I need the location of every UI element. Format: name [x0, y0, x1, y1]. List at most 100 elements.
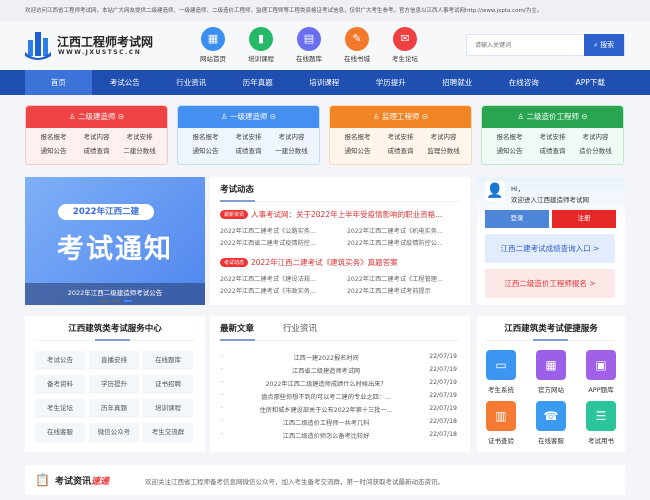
service-link[interactable]: 考试公告: [35, 351, 85, 370]
search-button[interactable]: ⌕ 搜索: [584, 34, 624, 56]
calendar-icon: ▦: [201, 27, 225, 51]
exam-card-link[interactable]: 通知公告: [488, 145, 531, 155]
article-row[interactable]: · 住房和城乡建设部关于公布2022年第十三批一... 22/07/19: [221, 405, 457, 414]
news-link[interactable]: 2022年江西省二建考试疫情防控...: [220, 238, 316, 247]
article-row[interactable]: · 2022年江西二级建造师成绩什么时候出来？ 22/07/19: [221, 379, 457, 388]
convenience-item[interactable]: ☰ 考试用书: [581, 401, 621, 445]
nav-item[interactable]: 学历提升: [358, 70, 425, 95]
service-link[interactable]: 证书招聘: [143, 375, 193, 394]
service-link[interactable]: 备考资料: [35, 375, 85, 394]
site-logo[interactable]: 江西工程师考试网 WWW.JXUSTSC.CN: [25, 30, 155, 62]
exam-card-link[interactable]: 造价分数线: [574, 145, 617, 155]
news-link[interactable]: 2022年江西二建考试《建设法规...: [220, 274, 316, 283]
exam-card-title: 监理工程师: [381, 112, 420, 121]
banner-carousel[interactable]: 2022年江西二建 考试通知 2022年江西二级建造师考试公告: [25, 177, 205, 305]
tab-latest-articles[interactable]: 最新文章: [220, 322, 254, 334]
service-link[interactable]: 学历提升: [89, 375, 139, 394]
service-link[interactable]: 考生交流群: [143, 423, 193, 442]
exam-card-link[interactable]: 通知公告: [336, 145, 379, 155]
news-link[interactable]: 2022年江西二建考试《公路实务...: [220, 226, 316, 235]
quick-link-label: 在线题库: [296, 55, 322, 63]
service-link[interactable]: 历年真题: [89, 399, 139, 418]
quick-link[interactable]: ✉ 考生论坛: [385, 27, 425, 63]
exam-card-link[interactable]: 考试内容: [422, 131, 465, 141]
footer-text: 欢迎关注江西省工程师备考信息网微信公众号，加入考生备考交流群，第一时间获取考试最…: [145, 478, 444, 486]
quick-link[interactable]: ✎ 在线书城: [337, 27, 377, 63]
exam-card-link[interactable]: 成绩查询: [75, 145, 118, 155]
news-link[interactable]: 2022年江西二建考试《机电实务...: [347, 226, 443, 235]
login-button[interactable]: 登录: [485, 210, 549, 228]
service-link[interactable]: 考生论坛: [35, 399, 85, 418]
score-query-link[interactable]: 江西二建考试成绩查询入口 >: [485, 234, 615, 263]
carousel-dot[interactable]: [112, 300, 120, 302]
register-button[interactable]: 注册: [552, 210, 616, 228]
nav-item[interactable]: 行业资讯: [158, 70, 225, 95]
exam-card-link[interactable]: 报名报考: [488, 131, 531, 141]
service-link[interactable]: 培训课程: [143, 399, 193, 418]
carousel-dot[interactable]: [100, 300, 108, 302]
quick-link[interactable]: ▤ 在线题库: [289, 27, 329, 63]
article-row[interactable]: · 江西一建2022报名时间 22/07/19: [221, 353, 457, 362]
tab-industry-news[interactable]: 行业资讯: [283, 322, 317, 334]
nav-item[interactable]: APP下载: [557, 70, 624, 95]
quick-link[interactable]: ▦ 网站首页: [193, 27, 233, 63]
nav-item[interactable]: 考试公告: [92, 70, 159, 95]
nav-item[interactable]: 培训课程: [291, 70, 358, 95]
exam-card-link[interactable]: 报名报考: [336, 131, 379, 141]
news-headline[interactable]: 考试动态 2022年江西二建考试《建筑实务》真题答案: [220, 257, 398, 268]
exam-card-header[interactable]: ♙ 一级建造师 ⊝: [178, 106, 319, 128]
exam-card-link[interactable]: 考试安排: [379, 131, 422, 141]
nav-item[interactable]: 招聘就业: [424, 70, 491, 95]
exam-card-link[interactable]: 通知公告: [32, 145, 75, 155]
exam-card-link[interactable]: 考试安排: [118, 131, 161, 141]
article-row[interactable]: · 江西省二级建造师考试网 22/07/19: [221, 366, 457, 375]
service-link[interactable]: 微信公众号: [89, 423, 139, 442]
nav-item[interactable]: 首页: [25, 70, 92, 95]
cost-engineer-signup-link[interactable]: 江西二级造价工程师报名 >: [485, 269, 615, 298]
exam-card-link[interactable]: 报名报考: [32, 131, 75, 141]
article-row[interactable]: · 江西二级造价师怎么备考比较好 22/07/18: [221, 431, 457, 440]
exam-card-link[interactable]: 考试安排: [531, 131, 574, 141]
exam-card-link[interactable]: 考试安排: [227, 131, 270, 141]
search-box: ⌕ 搜索: [466, 34, 625, 56]
exam-card-link[interactable]: 考试内容: [75, 131, 118, 141]
banner-caption: 2022年江西二级建造师考试公告: [67, 289, 163, 297]
article-row[interactable]: · 盘点那些你想不到的可以考二建的专业之四：... 22/07/19: [221, 392, 457, 401]
quick-link[interactable]: ▮ 培训课程: [241, 27, 281, 63]
news-link[interactable]: 2022年江西二建考试考前提示: [347, 286, 431, 295]
convenience-item[interactable]: ☎ 在线客服: [531, 401, 571, 445]
news-link[interactable]: 2022年江西二建考试《工程管理...: [347, 274, 443, 283]
service-link[interactable]: 在线题库: [143, 351, 193, 370]
exam-card-link[interactable]: 成绩查询: [227, 145, 270, 155]
exam-card-link[interactable]: 一建分数线: [270, 145, 313, 155]
exam-card-link[interactable]: 监理分数线: [422, 145, 465, 155]
chat-icon: ✉: [393, 27, 417, 51]
news-link[interactable]: 2022年江西二建考试《市政实务...: [220, 286, 316, 295]
carousel-dot-active[interactable]: [124, 300, 132, 302]
nav-item[interactable]: 在线咨询: [491, 70, 558, 95]
convenience-item[interactable]: ▦ 官方网站: [531, 350, 571, 394]
exam-card-link[interactable]: 二建分数线: [118, 145, 161, 155]
exam-card-header[interactable]: ♙ 二级造价工程师 ⊝: [482, 106, 623, 128]
news-link[interactable]: 2022年江西二建考试疫情防控公...: [347, 238, 443, 247]
exam-card-header[interactable]: ♙ 二级建造师 ⊝: [26, 106, 167, 128]
convenience-item[interactable]: ▥ 证书查验: [481, 401, 521, 445]
exam-card-link[interactable]: 考试内容: [574, 131, 617, 141]
exam-card-link[interactable]: 成绩查询: [379, 145, 422, 155]
search-input[interactable]: [467, 35, 585, 55]
exam-card-link[interactable]: 报名报考: [184, 131, 227, 141]
avatar: 👤: [485, 181, 505, 201]
convenience-label: 在线客服: [538, 437, 564, 445]
convenience-item[interactable]: ▭ 考生系统: [481, 350, 521, 394]
nav-item[interactable]: 历年真题: [225, 70, 292, 95]
news-headline[interactable]: 最新资讯 人事考试网：关于2022年上半年受疫情影响的职业资格...: [220, 209, 442, 220]
exam-card-link[interactable]: 成绩查询: [531, 145, 574, 155]
exam-card-link[interactable]: 考试内容: [270, 131, 313, 141]
convenience-item[interactable]: ▣ APP题库: [581, 350, 621, 394]
service-link[interactable]: 直播安排: [89, 351, 139, 370]
article-row[interactable]: · 江西二级造价工程师一共考几科 22/07/18: [221, 418, 457, 427]
service-link[interactable]: 在线客服: [35, 423, 85, 442]
exam-card-link[interactable]: 通知公告: [184, 145, 227, 155]
banner-pill: 2022年江西二建: [58, 204, 154, 220]
exam-card-header[interactable]: ♙ 监理工程师 ⊝: [330, 106, 471, 128]
